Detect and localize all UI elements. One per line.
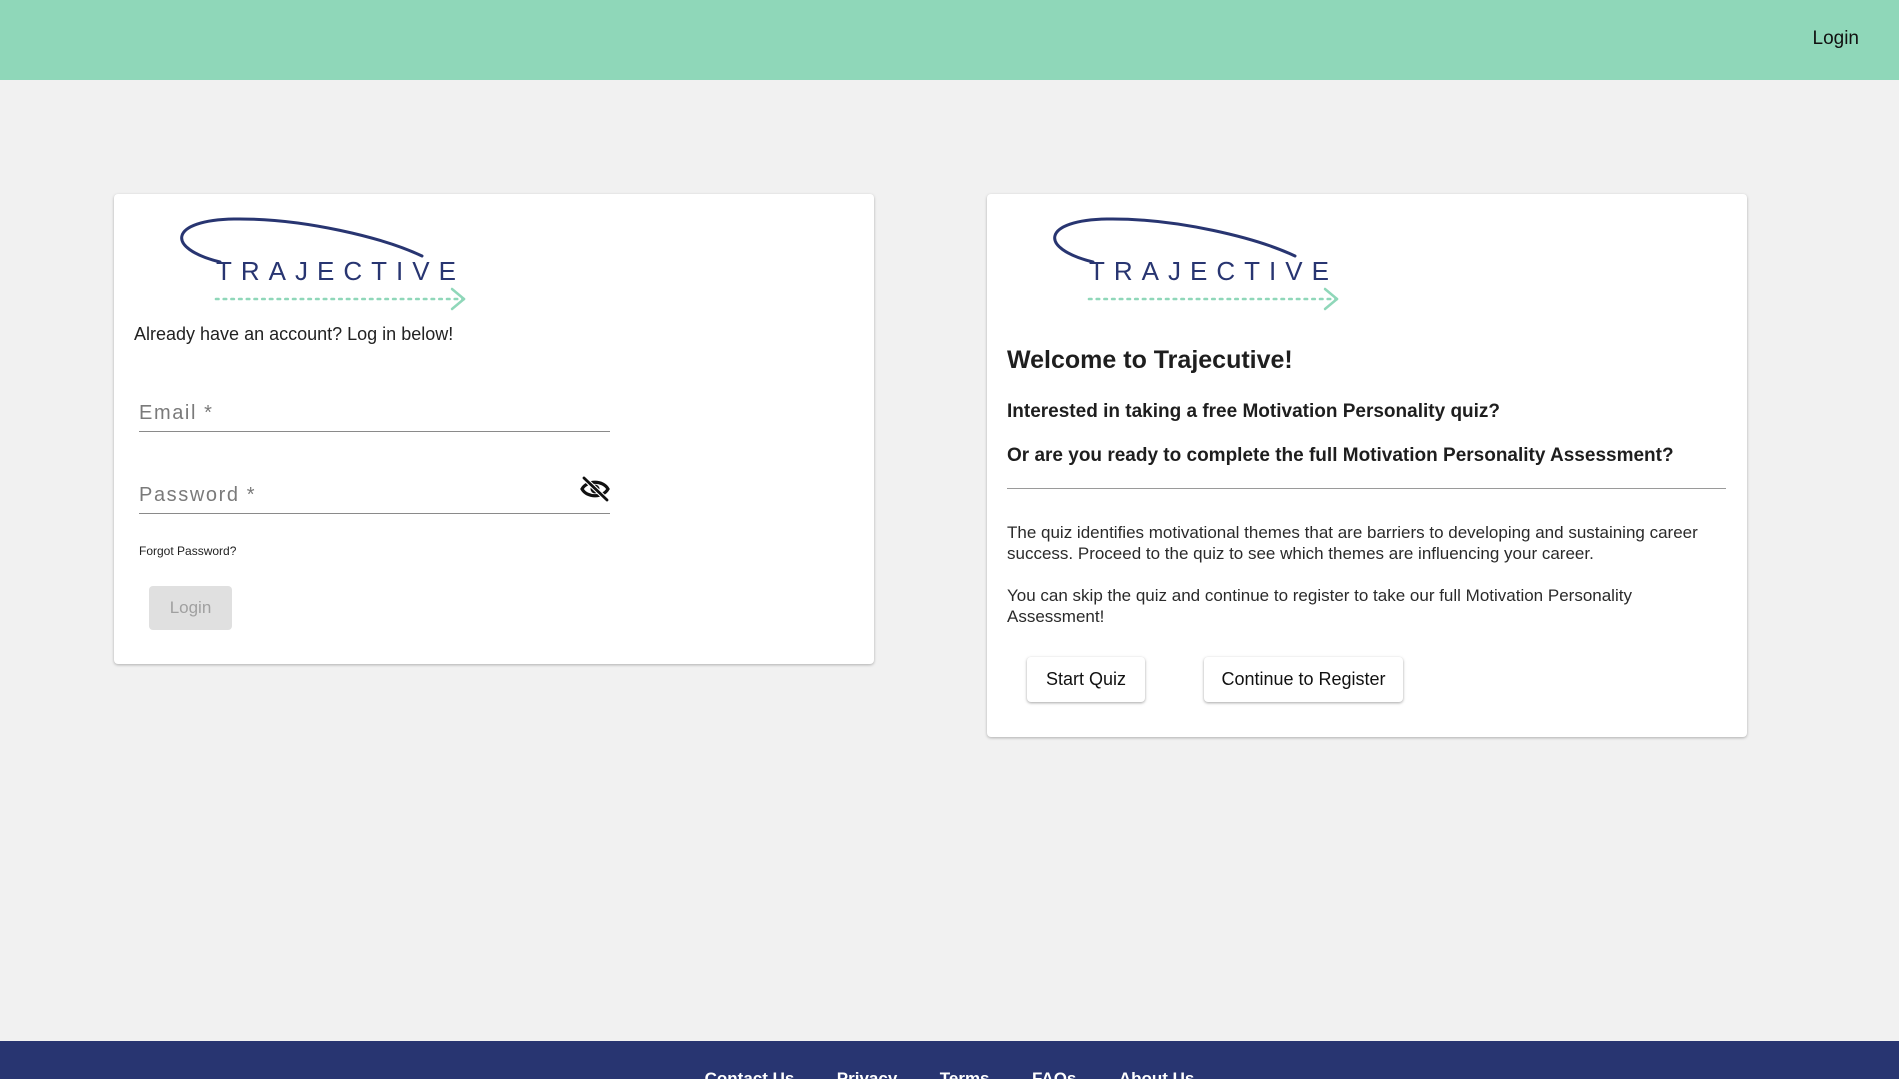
- login-button[interactable]: Login: [149, 586, 232, 630]
- footer-link-terms[interactable]: Terms: [940, 1069, 990, 1079]
- email-field[interactable]: Email *: [139, 390, 610, 432]
- quiz-question: Interested in taking a free Motivation P…: [1007, 401, 1501, 422]
- email-label: Email *: [139, 402, 214, 424]
- login-card: TRAJECTIVE Already have an account? Log …: [114, 194, 874, 664]
- svg-text:TRAJECTIVE: TRAJECTIVE: [1089, 256, 1338, 286]
- login-intro-text: Already have an account? Log in below!: [134, 324, 454, 344]
- assessment-question: Or are you ready to complete the full Mo…: [1007, 445, 1674, 466]
- start-quiz-button[interactable]: Start Quiz: [1027, 657, 1145, 702]
- quiz-description: The quiz identifies motivational themes …: [1007, 523, 1698, 563]
- forgot-password-link[interactable]: Forgot Password?: [139, 544, 236, 558]
- register-description: You can skip the quiz and continue to re…: [1007, 586, 1632, 626]
- continue-to-register-button[interactable]: Continue to Register: [1204, 657, 1403, 702]
- trajecutive-logo: TRAJECTIVE: [174, 216, 474, 312]
- footer-links: Contact Us Privacy Terms FAQs About Us: [0, 1069, 1899, 1079]
- footer-link-faqs[interactable]: FAQs: [1032, 1069, 1076, 1079]
- welcome-card: TRAJECTIVE Welcome to Trajecutive! Inter…: [987, 194, 1747, 737]
- password-label: Password *: [139, 484, 257, 506]
- svg-text:TRAJECTIVE: TRAJECTIVE: [216, 256, 465, 286]
- eye-off-icon[interactable]: [580, 474, 610, 504]
- footer-link-about[interactable]: About Us: [1119, 1069, 1195, 1079]
- welcome-title: Welcome to Trajecutive!: [1007, 346, 1293, 374]
- trajecutive-logo: TRAJECTIVE: [1047, 216, 1347, 312]
- top-app-bar: Login: [0, 0, 1899, 80]
- footer-link-contact[interactable]: Contact Us: [705, 1069, 795, 1079]
- divider: [1007, 488, 1726, 489]
- header-login-link[interactable]: Login: [1813, 28, 1860, 50]
- password-field[interactable]: Password *: [139, 472, 610, 514]
- footer-link-privacy[interactable]: Privacy: [837, 1069, 898, 1079]
- footer: Contact Us Privacy Terms FAQs About Us: [0, 1041, 1899, 1079]
